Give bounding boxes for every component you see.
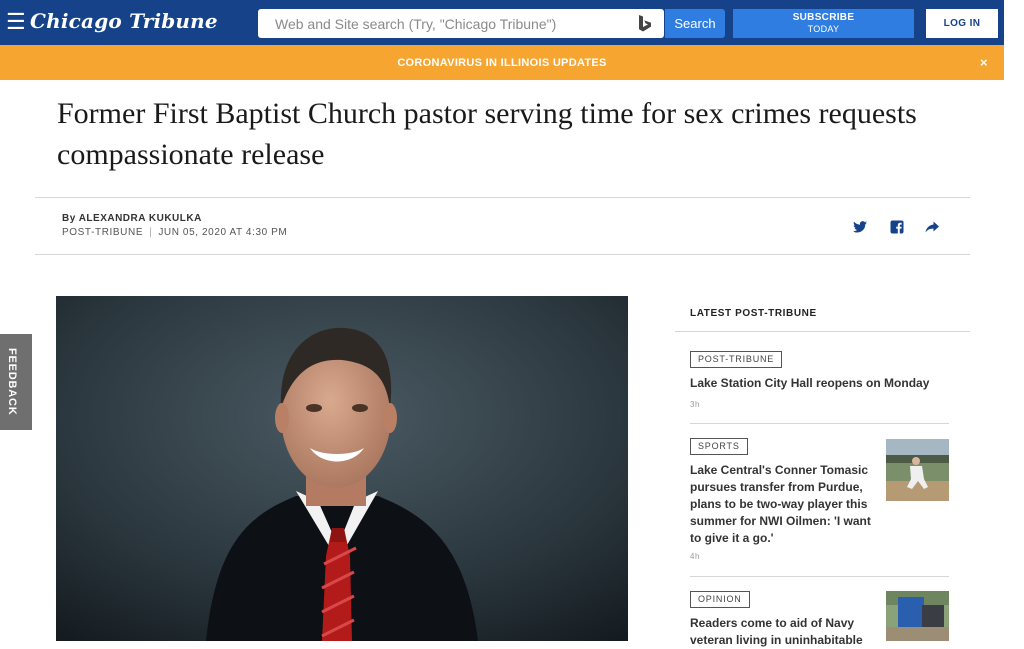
sidebar-thumbnail[interactable] xyxy=(886,591,949,641)
category-tag[interactable]: SPORTS xyxy=(690,438,748,455)
article-headline: Former First Baptist Church pastor servi… xyxy=(57,97,917,171)
login-button[interactable]: LOG IN xyxy=(926,9,998,38)
article-hero-photo[interactable] xyxy=(56,296,628,641)
twitter-icon[interactable] xyxy=(852,219,868,235)
timestamp: 4h xyxy=(690,552,700,561)
sidebar-article-title[interactable]: Lake Central's Conner Tomasic pursues tr… xyxy=(690,462,875,547)
facebook-icon[interactable] xyxy=(889,219,905,235)
subscribe-button[interactable]: SUBSCRIBE TODAY xyxy=(733,9,914,38)
sidebar-title: LATEST POST-TRIBUNE xyxy=(690,308,817,319)
subscribe-label: SUBSCRIBE xyxy=(792,12,855,23)
byline[interactable]: By ALEXANDRA KUKULKA xyxy=(62,213,202,224)
dateline: POST-TRIBUNE | JUN 05, 2020 AT 4:30 PM xyxy=(62,227,287,238)
search-box xyxy=(258,9,664,38)
search-button[interactable]: Search xyxy=(665,9,725,38)
alert-banner: CORONAVIRUS IN ILLINOIS UPDATES × xyxy=(0,45,1004,80)
bing-logo-icon xyxy=(639,15,651,32)
divider xyxy=(690,576,949,577)
sidebar-thumbnail[interactable] xyxy=(886,439,949,501)
close-icon[interactable]: × xyxy=(980,55,988,70)
alert-link[interactable]: CORONAVIRUS IN ILLINOIS UPDATES xyxy=(0,45,1004,81)
category-tag[interactable]: POST-TRIBUNE xyxy=(690,351,783,368)
publish-date: JUN 05, 2020 AT 4:30 PM xyxy=(158,227,288,238)
site-logo[interactable]: Chicago Tribune xyxy=(30,9,218,33)
sidebar-article-title[interactable]: Readers come to aid of Navy veteran livi… xyxy=(690,615,880,649)
sidebar-article-title[interactable]: Lake Station City Hall reopens on Monday xyxy=(690,375,950,392)
timestamp: 3h xyxy=(690,400,700,409)
top-navigation-bar: ☰ Chicago Tribune Search SUBSCRIBE TODAY… xyxy=(0,0,1004,45)
divider xyxy=(690,423,949,424)
category-tag[interactable]: OPINION xyxy=(690,591,750,608)
source-label: POST-TRIBUNE xyxy=(62,227,144,238)
feedback-tab[interactable]: FEEDBACK xyxy=(0,334,32,430)
divider xyxy=(675,331,970,332)
share-arrow-icon[interactable] xyxy=(924,219,940,235)
feedback-label: FEEDBACK xyxy=(6,348,18,416)
separator: | xyxy=(149,227,153,238)
divider xyxy=(35,197,970,198)
scrollbar[interactable] xyxy=(1004,0,1024,641)
search-input[interactable] xyxy=(258,9,628,38)
hamburger-menu-icon[interactable]: ☰ xyxy=(6,10,26,34)
subscribe-sublabel: TODAY xyxy=(807,24,840,34)
divider xyxy=(35,254,970,255)
